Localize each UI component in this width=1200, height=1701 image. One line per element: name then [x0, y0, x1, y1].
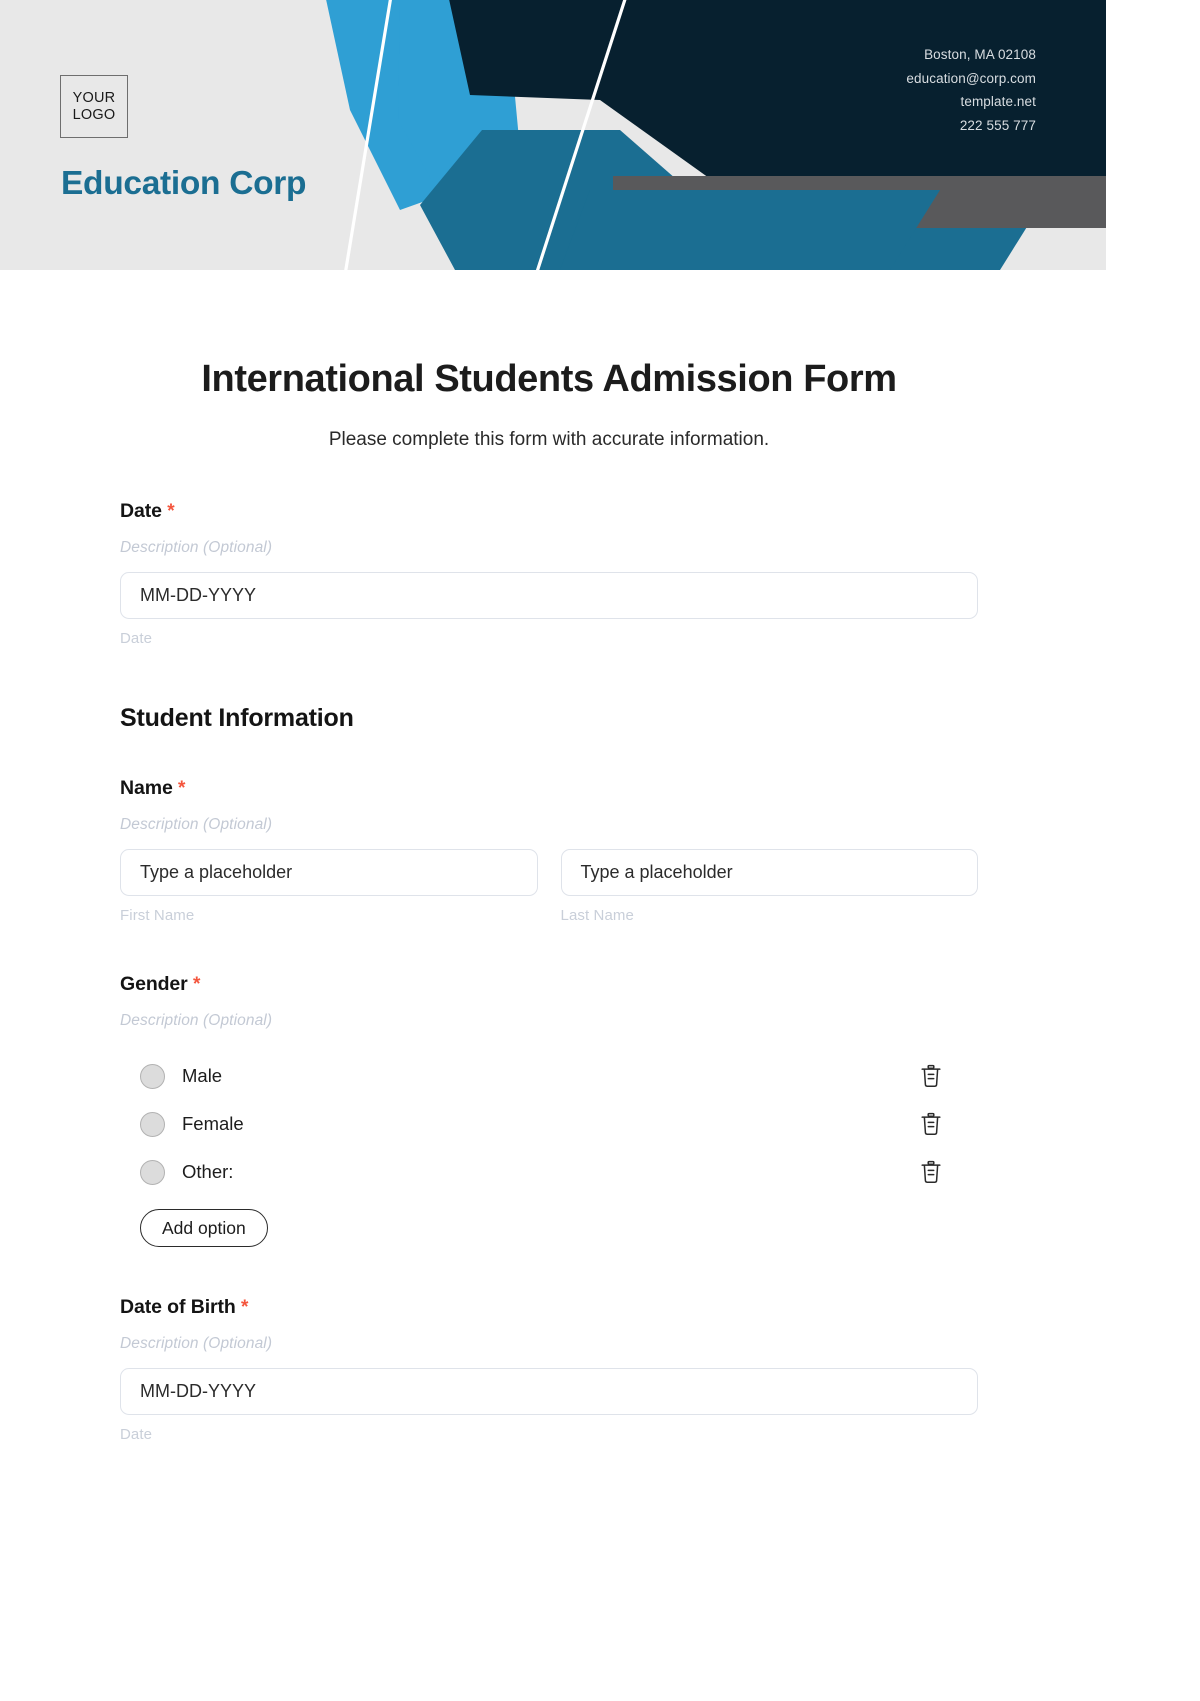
gender-options-list: Male Female Other: Add option — [120, 1052, 978, 1247]
field-name-label-text: Name — [120, 777, 173, 799]
last-name-helper: Last Name — [560, 907, 634, 924]
field-gender-label-text: Gender — [120, 973, 188, 995]
first-name-column: Type a placeholder First Name — [120, 849, 538, 924]
name-inputs-row: Type a placeholder First Name Type a pla… — [120, 849, 978, 924]
radio-button-other[interactable] — [140, 1159, 165, 1185]
radio-button-female[interactable] — [140, 1111, 165, 1137]
section-heading-student-information: Student Information — [120, 704, 354, 732]
last-name-input[interactable]: Type a placeholder — [560, 849, 978, 896]
page-title: International Students Admission Form — [201, 358, 897, 400]
gender-option-row[interactable]: Male — [120, 1052, 978, 1100]
trash-icon[interactable] — [920, 1160, 942, 1184]
field-date-label: Date * — [120, 500, 978, 523]
field-dob-label-text: Date of Birth — [120, 1296, 236, 1318]
dob-input-value: MM-DD-YYYY — [140, 1381, 256, 1401]
field-dob-label: Date of Birth * — [120, 1296, 978, 1319]
last-name-column: Type a placeholder Last Name — [560, 849, 978, 924]
first-name-value: Type a placeholder — [140, 862, 293, 882]
field-gender-description: Description (Optional) — [120, 1012, 273, 1029]
gender-option-label: Male — [182, 1065, 223, 1086]
required-asterisk: * — [178, 778, 186, 799]
field-dob-helper: Date — [120, 1426, 153, 1443]
first-name-input[interactable]: Type a placeholder — [120, 849, 538, 896]
company-name: Education Corp — [61, 165, 307, 202]
logo-line-1: YOUR — [72, 90, 116, 107]
gender-option-label: Female — [182, 1113, 244, 1134]
contact-email: education@corp.com — [906, 70, 1036, 86]
field-name-label: Name * — [120, 777, 978, 800]
radio-button-male[interactable] — [140, 1063, 165, 1089]
last-name-value: Type a placeholder — [580, 862, 733, 882]
form-body: International Students Admission Form Pl… — [0, 358, 1106, 1443]
gender-option-row[interactable]: Female — [120, 1100, 978, 1148]
add-option-button[interactable]: Add option — [140, 1209, 268, 1247]
field-gender: Gender * Description (Optional) Male Fem… — [120, 973, 978, 1247]
field-date-label-text: Date — [120, 500, 162, 522]
field-name-description: Description (Optional) — [120, 816, 273, 833]
trash-icon[interactable] — [920, 1112, 942, 1136]
date-input-value: MM-DD-YYYY — [140, 585, 256, 605]
field-dob-description: Description (Optional) — [120, 1335, 273, 1352]
field-name: Name * Description (Optional) Type a pla… — [120, 777, 978, 924]
contact-phone: 222 555 777 — [959, 117, 1036, 133]
field-gender-label: Gender * — [120, 973, 978, 996]
page-subtitle: Please complete this form with accurate … — [328, 429, 770, 450]
gender-option-label: Other: — [182, 1161, 234, 1182]
field-date-description: Description (Optional) — [120, 539, 273, 556]
dob-input[interactable]: MM-DD-YYYY — [120, 1368, 978, 1415]
date-input[interactable]: MM-DD-YYYY — [120, 572, 978, 619]
page-header: YOUR LOGO Education Corp Boston, MA 0210… — [0, 0, 1106, 270]
required-asterisk: * — [193, 974, 201, 995]
page-root: YOUR LOGO Education Corp Boston, MA 0210… — [0, 0, 1200, 1701]
field-date-helper: Date — [120, 630, 153, 647]
field-date: Date * Description (Optional) MM-DD-YYYY… — [120, 500, 978, 647]
logo-line-2: LOGO — [72, 106, 116, 123]
header-contact-block: Boston, MA 02108 education@corp.com temp… — [906, 43, 1036, 137]
required-asterisk: * — [241, 1297, 249, 1318]
trash-icon[interactable] — [920, 1064, 942, 1088]
required-asterisk: * — [167, 501, 175, 522]
first-name-helper: First Name — [120, 907, 195, 924]
field-date-of-birth: Date of Birth * Description (Optional) M… — [120, 1296, 978, 1443]
contact-address: Boston, MA 02108 — [924, 47, 1036, 62]
contact-website: template.net — [960, 94, 1036, 109]
logo-placeholder: YOUR LOGO — [60, 75, 128, 138]
gender-option-row[interactable]: Other: — [120, 1148, 978, 1196]
